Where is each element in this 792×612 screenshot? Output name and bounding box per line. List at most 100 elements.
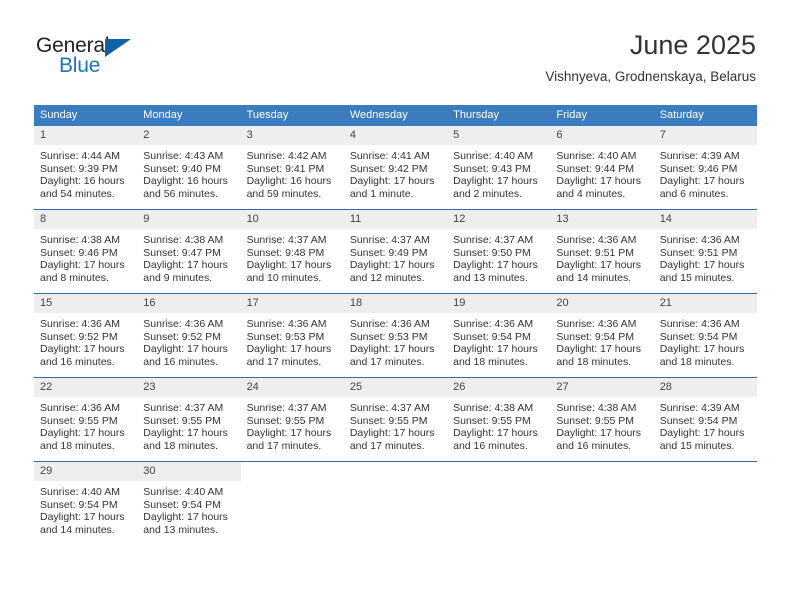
calendar-day-cell[interactable]: 6 Sunrise: 4:40 AM Sunset: 9:44 PM Daylight… — [550, 126, 654, 210]
calendar-week-row: 8 Sunrise: 4:38 AM Sunset: 9:46 PM Daylight… — [34, 209, 757, 294]
daylight-text: Daylight: 17 hours and 13 minutes. — [143, 511, 228, 536]
sunrise-text: Sunrise: 4:39 AM — [659, 150, 740, 162]
daylight-text: Daylight: 17 hours and 16 minutes. — [556, 427, 642, 452]
day-number: 20 — [550, 294, 654, 313]
sunrise-text: Sunrise: 4:38 AM — [40, 234, 120, 246]
sunrise-text: Sunrise: 4:36 AM — [246, 318, 327, 330]
sunset-text: Sunset: 9:55 PM — [349, 414, 428, 427]
calendar-day-cell[interactable]: 18 Sunrise: 4:36 AM Sunset: 9:53 PM Dayligh… — [343, 293, 448, 378]
sunset-text: Sunset: 9:55 PM — [143, 414, 221, 427]
day-details: Sunrise: 4:38 AM Sunset: 9:55 PM Daylight:… — [447, 397, 550, 452]
day-number: 13 — [550, 210, 654, 229]
calendar-day-cell[interactable]: 8 Sunrise: 4:38 AM Sunset: 9:46 PM Daylight… — [34, 209, 138, 294]
page-header: General Blue June 2025 Vishnyeva, Grodne… — [0, 0, 792, 100]
calendar-day-cell[interactable]: 16 Sunrise: 4:36 AM Sunset: 9:52 PM Dayligh… — [137, 293, 241, 378]
daylight-text: Daylight: 17 hours and 17 minutes. — [349, 427, 435, 452]
day-details: Sunrise: 4:43 AM Sunset: 9:40 PM Daylight:… — [137, 145, 240, 200]
calendar-day-cell[interactable]: 22 Sunrise: 4:36 AM Sunset: 9:55 PM Dayligh… — [34, 377, 138, 462]
calendar-day-cell[interactable]: 27 Sunrise: 4:38 AM Sunset: 9:55 PM Dayligh… — [550, 377, 654, 462]
day-number: 14 — [653, 210, 757, 229]
calendar-day-cell[interactable]: 7 Sunrise: 4:39 AM Sunset: 9:46 PM Daylight… — [653, 126, 757, 210]
sunset-text: Sunset: 9:51 PM — [659, 246, 738, 259]
daylight-text: Daylight: 17 hours and 16 minutes. — [143, 343, 228, 368]
calendar-day-cell[interactable]: 26 Sunrise: 4:38 AM Sunset: 9:55 PM Dayligh… — [447, 377, 551, 462]
day-number: 3 — [240, 126, 344, 145]
sunset-text: Sunset: 9:53 PM — [246, 330, 325, 343]
calendar-grid: Sunday Monday Tuesday Wednesday Thursday… — [34, 105, 757, 545]
sunrise-text: Sunrise: 4:36 AM — [143, 318, 224, 330]
calendar-day-cell[interactable]: 13 Sunrise: 4:36 AM Sunset: 9:51 PM Dayligh… — [550, 209, 654, 294]
day-number — [343, 462, 448, 481]
calendar-page: General Blue June 2025 Vishnyeva, Grodne… — [0, 0, 792, 612]
weekday-header-thursday: Thursday — [447, 105, 551, 126]
sunrise-text: Sunrise: 4:41 AM — [349, 150, 430, 162]
day-number: 23 — [137, 378, 241, 397]
daylight-text: Daylight: 16 hours and 56 minutes. — [143, 175, 228, 200]
day-number — [240, 462, 344, 481]
calendar-day-cell[interactable]: 12 Sunrise: 4:37 AM Sunset: 9:50 PM Dayligh… — [447, 209, 551, 294]
calendar-day-cell[interactable]: 19 Sunrise: 4:36 AM Sunset: 9:54 PM Dayligh… — [447, 293, 551, 378]
sunrise-text: Sunrise: 4:36 AM — [659, 234, 740, 246]
day-number: 21 — [653, 294, 757, 313]
daylight-text: Daylight: 17 hours and 10 minutes. — [246, 259, 332, 284]
calendar-day-cell[interactable]: 21 Sunrise: 4:36 AM Sunset: 9:54 PM Dayligh… — [653, 293, 757, 378]
calendar-day-cell[interactable]: 5 Sunrise: 4:40 AM Sunset: 9:43 PM Daylight… — [447, 126, 551, 210]
calendar-day-cell[interactable]: 15 Sunrise: 4:36 AM Sunset: 9:52 PM Dayligh… — [34, 293, 138, 378]
day-details: Sunrise: 4:40 AM Sunset: 9:43 PM Daylight:… — [447, 145, 550, 200]
calendar-day-cell[interactable]: 20 Sunrise: 4:36 AM Sunset: 9:54 PM Dayligh… — [550, 293, 654, 378]
calendar-day-cell[interactable]: 23 Sunrise: 4:37 AM Sunset: 9:55 PM Dayligh… — [137, 377, 241, 462]
calendar-day-cell[interactable]: 1 Sunrise: 4:44 AM Sunset: 9:39 PM Daylight… — [34, 126, 138, 210]
calendar-day-cell[interactable]: 14 Sunrise: 4:36 AM Sunset: 9:51 PM Dayligh… — [653, 209, 757, 294]
page-title: June 2025 — [629, 30, 756, 60]
calendar-day-cell[interactable]: 9 Sunrise: 4:38 AM Sunset: 9:47 PM Daylight… — [137, 209, 241, 294]
calendar-day-cell[interactable]: 28 Sunrise: 4:39 AM Sunset: 9:54 PM Dayligh… — [653, 377, 757, 462]
day-number: 29 — [34, 462, 138, 481]
sunset-text: Sunset: 9:55 PM — [453, 414, 531, 427]
day-number: 11 — [343, 210, 448, 229]
day-details: Sunrise: 4:38 AM Sunset: 9:46 PM Daylight:… — [34, 229, 137, 284]
sunrise-text: Sunrise: 4:40 AM — [40, 486, 120, 498]
weekday-header-monday: Monday — [137, 105, 241, 126]
sunset-text: Sunset: 9:52 PM — [40, 330, 118, 343]
day-number: 1 — [34, 126, 138, 145]
daylight-text: Daylight: 16 hours and 54 minutes. — [40, 175, 125, 200]
sunset-text: Sunset: 9:42 PM — [349, 162, 428, 175]
calendar-day-cell[interactable]: 30 Sunrise: 4:40 AM Sunset: 9:54 PM Dayligh… — [137, 461, 241, 545]
sunrise-text: Sunrise: 4:38 AM — [556, 402, 637, 414]
day-details: Sunrise: 4:42 AM Sunset: 9:41 PM Daylight:… — [241, 145, 344, 200]
day-number: 2 — [137, 126, 241, 145]
day-number: 15 — [34, 294, 138, 313]
calendar-day-cell[interactable]: 24 Sunrise: 4:37 AM Sunset: 9:55 PM Dayligh… — [240, 377, 344, 462]
calendar-day-cell[interactable]: 4 Sunrise: 4:41 AM Sunset: 9:42 PM Daylight… — [343, 126, 448, 210]
calendar-day-cell[interactable]: 3 Sunrise: 4:42 AM Sunset: 9:41 PM Daylight… — [240, 126, 344, 210]
calendar-day-cell[interactable]: 2 Sunrise: 4:43 AM Sunset: 9:40 PM Daylight… — [137, 126, 241, 210]
sunset-text: Sunset: 9:54 PM — [659, 414, 738, 427]
daylight-text: Daylight: 17 hours and 12 minutes. — [349, 259, 435, 284]
daylight-text: Daylight: 17 hours and 18 minutes. — [556, 343, 642, 368]
calendar-empty-cell — [343, 461, 448, 545]
calendar-day-cell[interactable]: 11 Sunrise: 4:37 AM Sunset: 9:49 PM Dayligh… — [343, 209, 448, 294]
day-details: Sunrise: 4:37 AM Sunset: 9:55 PM Daylight:… — [241, 397, 344, 452]
day-number: 5 — [447, 126, 551, 145]
sunset-text: Sunset: 9:54 PM — [556, 330, 635, 343]
sunrise-text: Sunrise: 4:43 AM — [143, 150, 224, 162]
sunrise-text: Sunrise: 4:37 AM — [246, 234, 327, 246]
sunset-text: Sunset: 9:54 PM — [453, 330, 531, 343]
day-details: Sunrise: 4:36 AM Sunset: 9:53 PM Daylight:… — [344, 313, 447, 368]
calendar-empty-cell — [240, 461, 344, 545]
daylight-text: Daylight: 17 hours and 13 minutes. — [453, 259, 538, 284]
calendar-day-cell[interactable]: 25 Sunrise: 4:37 AM Sunset: 9:55 PM Dayligh… — [343, 377, 448, 462]
day-number: 7 — [653, 126, 757, 145]
daylight-text: Daylight: 17 hours and 18 minutes. — [40, 427, 125, 452]
day-details: Sunrise: 4:36 AM Sunset: 9:54 PM Daylight:… — [654, 313, 757, 368]
day-number: 10 — [240, 210, 344, 229]
day-details: Sunrise: 4:37 AM Sunset: 9:55 PM Daylight:… — [344, 397, 447, 452]
calendar-day-cell[interactable]: 29 Sunrise: 4:40 AM Sunset: 9:54 PM Dayligh… — [34, 461, 138, 545]
sunrise-text: Sunrise: 4:38 AM — [453, 402, 534, 414]
calendar-day-cell[interactable]: 10 Sunrise: 4:37 AM Sunset: 9:48 PM Dayligh… — [240, 209, 344, 294]
calendar-day-cell[interactable]: 17 Sunrise: 4:36 AM Sunset: 9:53 PM Dayligh… — [240, 293, 344, 378]
daylight-text: Daylight: 17 hours and 14 minutes. — [556, 259, 642, 284]
day-details: Sunrise: 4:40 AM Sunset: 9:44 PM Daylight:… — [550, 145, 653, 200]
day-details: Sunrise: 4:36 AM Sunset: 9:52 PM Daylight:… — [34, 313, 137, 368]
sunset-text: Sunset: 9:55 PM — [246, 414, 325, 427]
